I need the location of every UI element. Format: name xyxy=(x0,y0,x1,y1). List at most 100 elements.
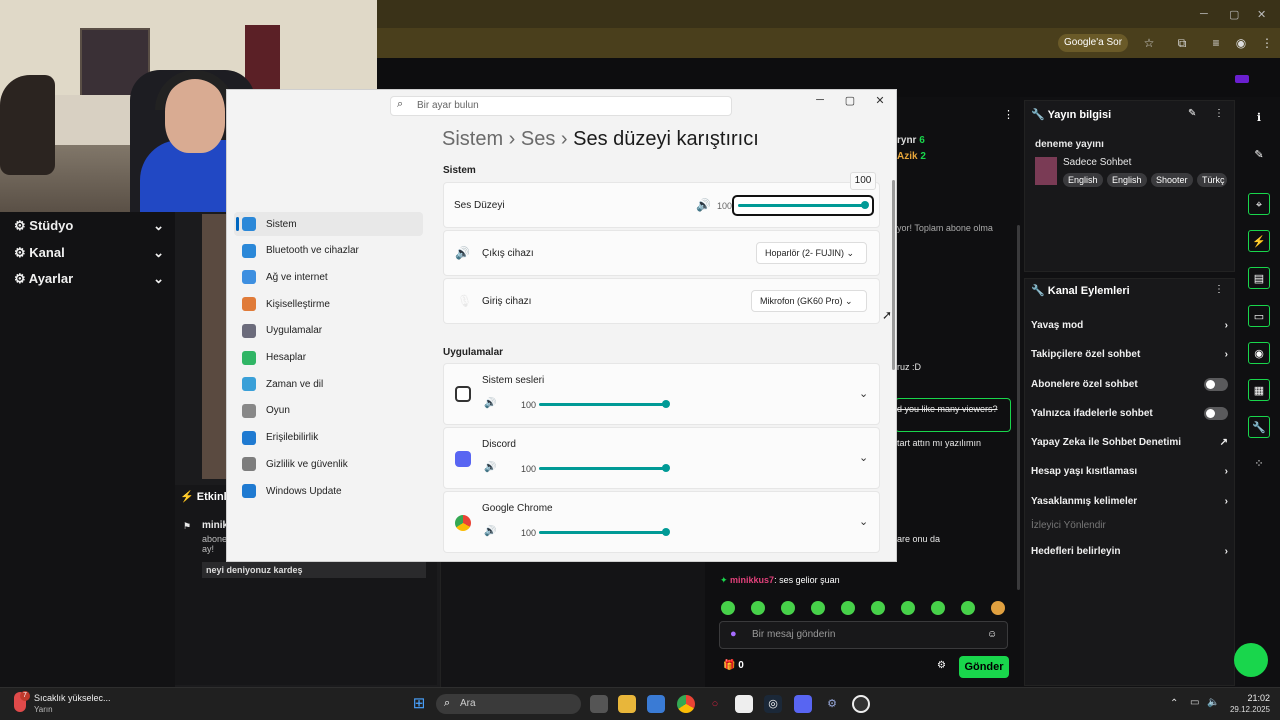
breadcrumb-system[interactable]: Sistem xyxy=(442,128,503,150)
sidebar-item-6[interactable]: Zaman ve dil xyxy=(236,372,423,396)
speaker-icon[interactable]: 🔊 xyxy=(696,198,711,212)
emoji-icon[interactable]: ☺ xyxy=(987,629,997,640)
apps-icon[interactable]: ⁘ xyxy=(1248,453,1270,475)
chat-icon[interactable]: ▭ xyxy=(1248,305,1270,327)
pencil-icon[interactable]: ✎ xyxy=(1248,144,1270,166)
sidebar-item-1[interactable]: Bluetooth ve cihazlar xyxy=(236,239,423,263)
menu-icon[interactable]: ⋮ xyxy=(1258,34,1276,52)
emote-icon[interactable] xyxy=(751,601,765,615)
sidebar-item-8[interactable]: Erişilebilirlik xyxy=(236,426,423,450)
action-emotes-only[interactable]: Yalnızca ifadelerle sohbet xyxy=(1031,404,1228,422)
chevron-down-icon[interactable]: ⌄ xyxy=(859,387,868,400)
settings-scrollbar[interactable] xyxy=(892,180,895,370)
volume-icon[interactable]: 🔈 xyxy=(1207,697,1219,708)
focus-icon[interactable]: ⌖ xyxy=(1248,193,1270,215)
info-icon[interactable]: ℹ xyxy=(1248,107,1270,129)
bookmark-star-icon[interactable]: ☆ xyxy=(1140,34,1158,52)
more-icon[interactable]: ⋮ xyxy=(1214,284,1224,295)
store-icon[interactable] xyxy=(647,695,665,713)
stream-tag[interactable]: Türkç xyxy=(1197,173,1227,187)
emote-icon[interactable] xyxy=(901,601,915,615)
breadcrumb-sound[interactable]: Ses xyxy=(521,128,555,150)
sidebar-item-3[interactable]: Kişiselleştirme xyxy=(236,292,423,316)
settings-icon[interactable]: ⚙ xyxy=(823,695,841,713)
windows-start-icon[interactable]: ⊞ xyxy=(410,695,428,713)
taskbar-search[interactable]: Ara xyxy=(436,694,581,714)
discord-icon[interactable] xyxy=(794,695,812,713)
notepad-icon[interactable] xyxy=(735,695,753,713)
slider-thumb[interactable] xyxy=(662,528,670,536)
sidebar-item-7[interactable]: Oyun xyxy=(236,399,423,423)
minimize-icon[interactable]: ─ xyxy=(1200,8,1208,20)
sidebar-item-4[interactable]: Uygulamalar xyxy=(236,319,423,343)
sidebar-item-5[interactable]: Hesaplar xyxy=(236,346,423,370)
action-subscribers-only[interactable]: Abonelere özel sohbet xyxy=(1031,375,1228,393)
wrench-icon[interactable]: 🔧 xyxy=(1248,416,1270,438)
slider-thumb[interactable] xyxy=(662,400,670,408)
emote-icon[interactable] xyxy=(931,601,945,615)
speaker-icon[interactable]: 🔊 xyxy=(484,398,496,409)
chat-scrollbar[interactable] xyxy=(1017,225,1020,590)
send-button[interactable]: Gönder xyxy=(959,656,1009,678)
media-icon[interactable]: ≡ xyxy=(1207,34,1225,52)
app-icon[interactable] xyxy=(852,695,870,713)
chat-menu-icon[interactable]: ⋮ xyxy=(1003,108,1014,121)
action-banned-words[interactable]: Yasaklanmış kelimeler › xyxy=(1031,492,1228,510)
chat-settings-icon[interactable]: ⚙ xyxy=(937,660,946,671)
extensions-icon[interactable]: ⧉ xyxy=(1173,34,1191,52)
output-device-select[interactable]: Hoparlör (2- FUJIN) ⌄ xyxy=(756,242,867,264)
sidebar-item-2[interactable]: Ağ ve internet xyxy=(236,265,423,289)
layout-icon[interactable]: ▦ xyxy=(1248,379,1270,401)
speaker-icon[interactable]: 🔊 xyxy=(484,462,496,473)
stream-tag[interactable]: English xyxy=(1107,173,1147,187)
floating-action-button[interactable] xyxy=(1234,643,1268,677)
close-icon[interactable]: ✕ xyxy=(873,94,887,107)
stream-tag[interactable]: English xyxy=(1063,173,1103,187)
input-device-select[interactable]: Mikrofon (GK60 Pro) ⌄ xyxy=(751,290,867,312)
emote-icon[interactable] xyxy=(781,601,795,615)
slider-thumb[interactable] xyxy=(662,464,670,472)
stream-tag[interactable]: Shooter xyxy=(1151,173,1193,187)
action-account-age[interactable]: Hesap yaşı kısıtlaması › xyxy=(1031,462,1228,480)
action-slow-mode[interactable]: Yavaş mod › xyxy=(1031,316,1228,334)
chrome-icon[interactable] xyxy=(677,695,695,713)
sidebar-item-0[interactable]: Sistem xyxy=(236,212,423,236)
close-icon[interactable]: ✕ xyxy=(1257,8,1266,21)
settings-search-input[interactable]: Bir ayar bulun xyxy=(390,96,732,116)
ask-google-button[interactable]: Google'a Sor xyxy=(1058,34,1129,52)
edit-icon[interactable]: ✎ xyxy=(1188,108,1196,119)
maximize-icon[interactable]: ▢ xyxy=(843,94,857,107)
emote-icon[interactable] xyxy=(871,601,885,615)
chevron-up-icon[interactable]: ⌃ xyxy=(1170,698,1178,709)
slider-thumb[interactable] xyxy=(861,201,869,209)
sidebar-item-9[interactable]: Gizlilik ve güvenlik xyxy=(236,452,423,476)
task-view-icon[interactable] xyxy=(590,695,608,713)
steam-icon[interactable]: ◎ xyxy=(764,695,782,713)
speaker-icon[interactable]: 🔊 xyxy=(484,526,496,537)
emote-icon[interactable] xyxy=(961,601,975,615)
action-followers-only[interactable]: Takipçilere özel sohbet › xyxy=(1031,345,1228,363)
emote-icon[interactable] xyxy=(811,601,825,615)
clock-time[interactable]: 21:02 xyxy=(1240,693,1270,703)
maximize-icon[interactable]: ▢ xyxy=(1229,8,1239,21)
nav-studio[interactable]: ⚙ Stüdyo ⌄ xyxy=(14,214,164,238)
minimize-icon[interactable]: ─ xyxy=(813,94,827,106)
emote-icon[interactable] xyxy=(841,601,855,615)
sidebar-item-10[interactable]: Windows Update xyxy=(236,479,423,503)
chevron-down-icon[interactable]: ⌄ xyxy=(859,451,868,464)
clock-date[interactable]: 29.12.2025 xyxy=(1222,705,1270,714)
profile-icon[interactable]: ◉ xyxy=(1232,34,1250,52)
nav-settings[interactable]: ⚙ Ayarlar ⌄ xyxy=(14,267,164,291)
action-set-goals[interactable]: Hedefleri belirleyin › xyxy=(1031,542,1228,560)
points-display[interactable]: 🎁 0 xyxy=(723,660,744,671)
action-ai-moderation[interactable]: Yapay Zeka ile Sohbet Denetimi ↗ xyxy=(1031,433,1228,451)
opera-icon[interactable]: ○ xyxy=(706,695,724,713)
lightning-icon[interactable]: ⚡ xyxy=(1248,230,1270,252)
toggle-switch[interactable] xyxy=(1204,406,1228,420)
broadcast-icon[interactable]: ◉ xyxy=(1248,342,1270,364)
file-explorer-icon[interactable] xyxy=(618,695,636,713)
microphone-icon[interactable]: ● xyxy=(730,628,737,640)
weather-text[interactable]: Sıcaklık yükselec... xyxy=(34,693,111,703)
nav-channel[interactable]: ⚙ Kanal ⌄ xyxy=(14,241,164,265)
emote-icon[interactable] xyxy=(721,601,735,615)
